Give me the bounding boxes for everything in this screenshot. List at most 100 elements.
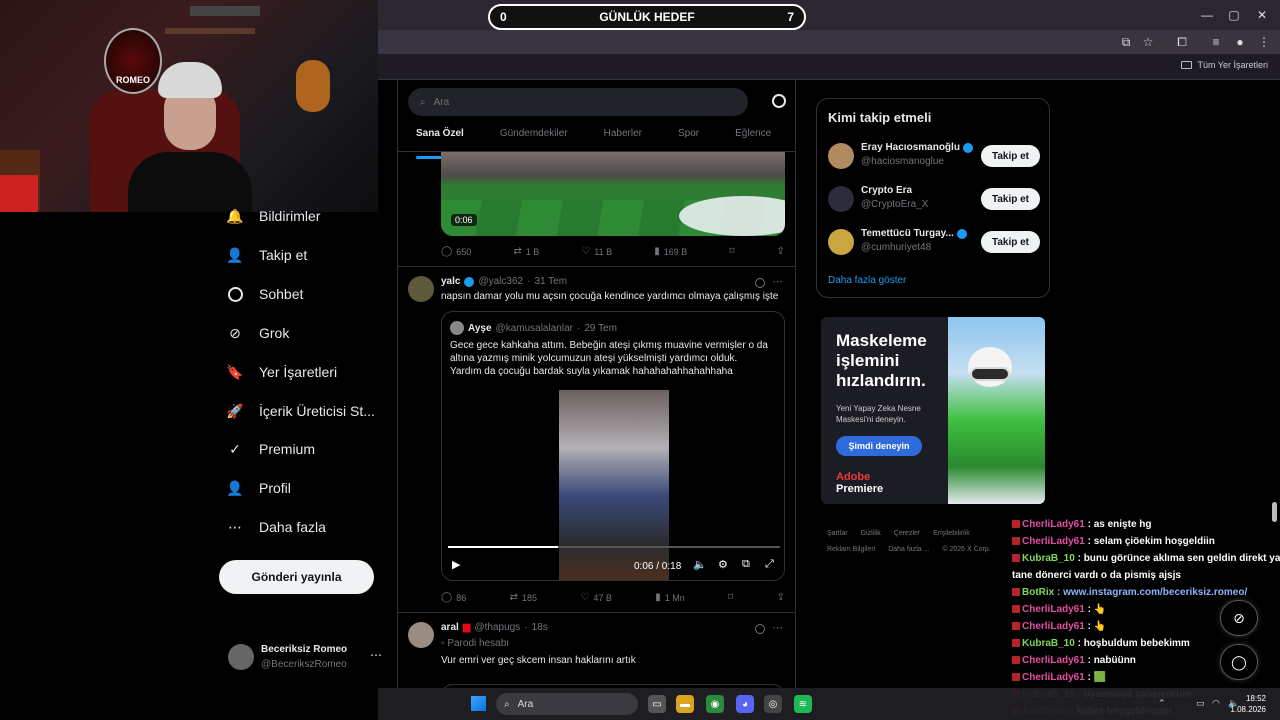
repost-icon: ⇄ — [509, 592, 518, 603]
gear-icon[interactable] — [772, 94, 786, 108]
repost-button[interactable]: ⇄ 185 — [510, 592, 537, 603]
footer-link[interactable]: Erişilebilirlik — [933, 530, 970, 537]
nav-profile[interactable]: 👤 Profil — [225, 476, 291, 500]
chrome-icon[interactable]: ◉ — [706, 695, 724, 713]
repost-button[interactable]: ⇄ 1 B — [513, 246, 539, 257]
scrollbar-thumb[interactable] — [1272, 502, 1277, 522]
promoted-ad[interactable]: Maskeleme işlemini hızlandırın. Yeni Yap… — [821, 317, 1045, 504]
bookmark-button[interactable]: ⌑ — [729, 246, 734, 257]
chat-badge-icon — [1012, 605, 1020, 614]
nav-chat[interactable]: Sohbet — [225, 282, 303, 306]
discord-icon[interactable]: ◕ — [736, 695, 754, 713]
tweet-author-name[interactable]: yalc — [441, 276, 460, 287]
media-icon[interactable]: ≡ — [1208, 35, 1224, 49]
views-button[interactable]: ▮ 1 Mn — [655, 592, 685, 603]
post-button[interactable]: Gönderi yayınla — [219, 560, 374, 594]
nav-grok[interactable]: ⊘ Grok — [225, 321, 289, 345]
pip-icon[interactable]: ⧉ — [742, 558, 750, 571]
file-explorer-icon[interactable]: ▬ — [676, 695, 694, 713]
footer-link[interactable]: Reklam Bilgileri — [827, 546, 875, 553]
minimize-icon[interactable]: — — [1197, 7, 1217, 23]
bookmark-icon: ⌑ — [729, 246, 735, 257]
avatar[interactable] — [408, 622, 434, 648]
footer-link[interactable]: Daha fazla ... — [888, 546, 929, 553]
nav-creator-studio[interactable]: 🚀 İçerik Üreticisi St... — [225, 399, 375, 423]
more-icon[interactable]: ⋯ — [772, 275, 783, 288]
avatar — [828, 186, 854, 212]
ad-cta-button[interactable]: Şimdi deneyin — [836, 436, 922, 456]
tweet-actions: ◯ 650 ⇄ 1 B ♡ 11 B ▮ 169 B ⌑ ⇪ — [441, 246, 785, 257]
nav-notifications[interactable]: 🔔 Bildirimler — [225, 204, 320, 228]
follow-button[interactable]: Takip et — [981, 145, 1040, 167]
messages-float-icon[interactable]: ◯ — [1220, 644, 1258, 680]
tab-for-you[interactable]: Sana Özel — [398, 124, 482, 159]
views-button[interactable]: ▮ 169 B — [654, 246, 687, 257]
footer-link[interactable]: Çerezler — [894, 530, 920, 537]
show-more-link[interactable]: Daha fazla göster — [828, 275, 906, 286]
tab-news[interactable]: Haberler — [586, 124, 660, 151]
wifi-icon[interactable]: ◠ — [1212, 698, 1220, 709]
more-icon[interactable]: ⋯ — [772, 621, 783, 634]
share-button[interactable]: ⇪ — [777, 246, 785, 257]
bookmark-button[interactable]: ⌑ — [728, 592, 733, 603]
bookmark-icon: 🔖 — [226, 363, 244, 380]
reply-button[interactable]: ◯ 86 — [441, 592, 466, 603]
chat-badge-icon — [1012, 588, 1020, 597]
profile-avatar-icon[interactable]: ● — [1232, 35, 1248, 49]
spotify-icon[interactable]: ≋ — [794, 695, 812, 713]
daily-goal-bar: 0 GÜNLÜK HEDEF 7 — [488, 4, 806, 30]
follow-button[interactable]: Takip et — [981, 188, 1040, 210]
share-button[interactable]: ⇪ — [777, 592, 785, 603]
settings-icon[interactable]: ⚙ — [718, 558, 728, 571]
star-icon[interactable]: ☆ — [1140, 35, 1156, 49]
taskbar-search[interactable]: ⌕ Ara — [496, 693, 638, 715]
grok-float-icon[interactable]: ⊘ — [1220, 600, 1258, 636]
tweet-video[interactable]: 0:06 — [441, 152, 785, 236]
follow-suggestion[interactable]: Crypto Era @CryptoEra_X Takip et — [828, 184, 1040, 214]
volume-icon[interactable]: 🔈 — [693, 558, 707, 571]
video-player[interactable]: ▶ 0:06 / 0:18 🔈 ⚙ ⧉ ⤢ — [442, 388, 784, 580]
nav-follow[interactable]: 👤 Takip et — [225, 243, 307, 267]
nav-more[interactable]: ⋯ Daha fazla — [225, 515, 326, 539]
extensions-icon[interactable]: ⧠ — [1174, 35, 1190, 49]
more-icon[interactable]: ⋯ — [370, 648, 382, 662]
parody-label: ▫ Parodi hesabı — [441, 638, 509, 649]
cast-icon[interactable]: ⧉ — [1118, 35, 1134, 49]
fullscreen-icon[interactable]: ⤢ — [765, 558, 774, 571]
close-icon[interactable]: ✕ — [1252, 7, 1272, 23]
obs-icon[interactable]: ◎ — [764, 695, 782, 713]
like-button[interactable]: ♡ 47 B — [580, 592, 611, 603]
tray-chevron-icon[interactable]: ⌃ — [1158, 698, 1166, 709]
grok-icon[interactable] — [755, 624, 765, 634]
tab-sports[interactable]: Spor — [660, 124, 717, 151]
bookmarks-folder[interactable]: Tüm Yer İşaretleri — [1181, 60, 1268, 70]
follow-suggestion[interactable]: Eray Hacıosmanoğlu @haciosmanoglue Takip… — [828, 141, 1040, 171]
tab-entertainment[interactable]: Eğlence — [717, 124, 789, 151]
task-view-icon[interactable]: ▭ — [648, 695, 666, 713]
like-button[interactable]: ♡ 11 B — [581, 246, 612, 257]
tray-display-icon[interactable]: ▭ — [1196, 698, 1205, 709]
tab-trending[interactable]: Gündemdekiler — [482, 124, 586, 151]
quoted-tweet[interactable]: Ayşe @kamusalalanlar · 29 Tem Gece gece … — [441, 311, 785, 581]
reply-button[interactable]: ◯ 650 — [441, 246, 471, 257]
taskbar-clock[interactable]: 18:52 1.08.2026 — [1230, 693, 1266, 715]
follow-suggestion[interactable]: Temettücü Turgay... @cumhuriyet48 Takip … — [828, 227, 1040, 257]
play-icon[interactable]: ▶ — [452, 558, 460, 571]
video-progress-bar[interactable] — [448, 546, 780, 548]
chat-username: CherliLady61 — [1022, 672, 1085, 683]
tweet-author-name[interactable]: aral — [441, 622, 459, 633]
avatar[interactable] — [408, 276, 434, 302]
footer-link[interactable]: Gizlilik — [861, 530, 881, 537]
maximize-icon[interactable]: ▢ — [1224, 7, 1244, 23]
ad-brand-adobe: Adobe — [836, 471, 871, 483]
windows-start-icon[interactable] — [471, 696, 486, 711]
nav-premium[interactable]: ✓ Premium — [225, 437, 315, 461]
nav-bookmarks[interactable]: 🔖 Yer İşaretleri — [225, 360, 337, 384]
video-time: 0:06 / 0:18 — [634, 561, 682, 572]
follow-button[interactable]: Takip et — [981, 231, 1040, 253]
footer-link[interactable]: Şartlar — [827, 530, 848, 537]
grok-icon[interactable] — [755, 278, 765, 288]
kebab-menu-icon[interactable]: ⋮ — [1256, 35, 1272, 49]
search-input[interactable]: ⌕ Ara — [408, 88, 748, 116]
account-switcher[interactable]: Beceriksiz Romeo @BecerikszRomeo ⋯ — [228, 642, 388, 676]
